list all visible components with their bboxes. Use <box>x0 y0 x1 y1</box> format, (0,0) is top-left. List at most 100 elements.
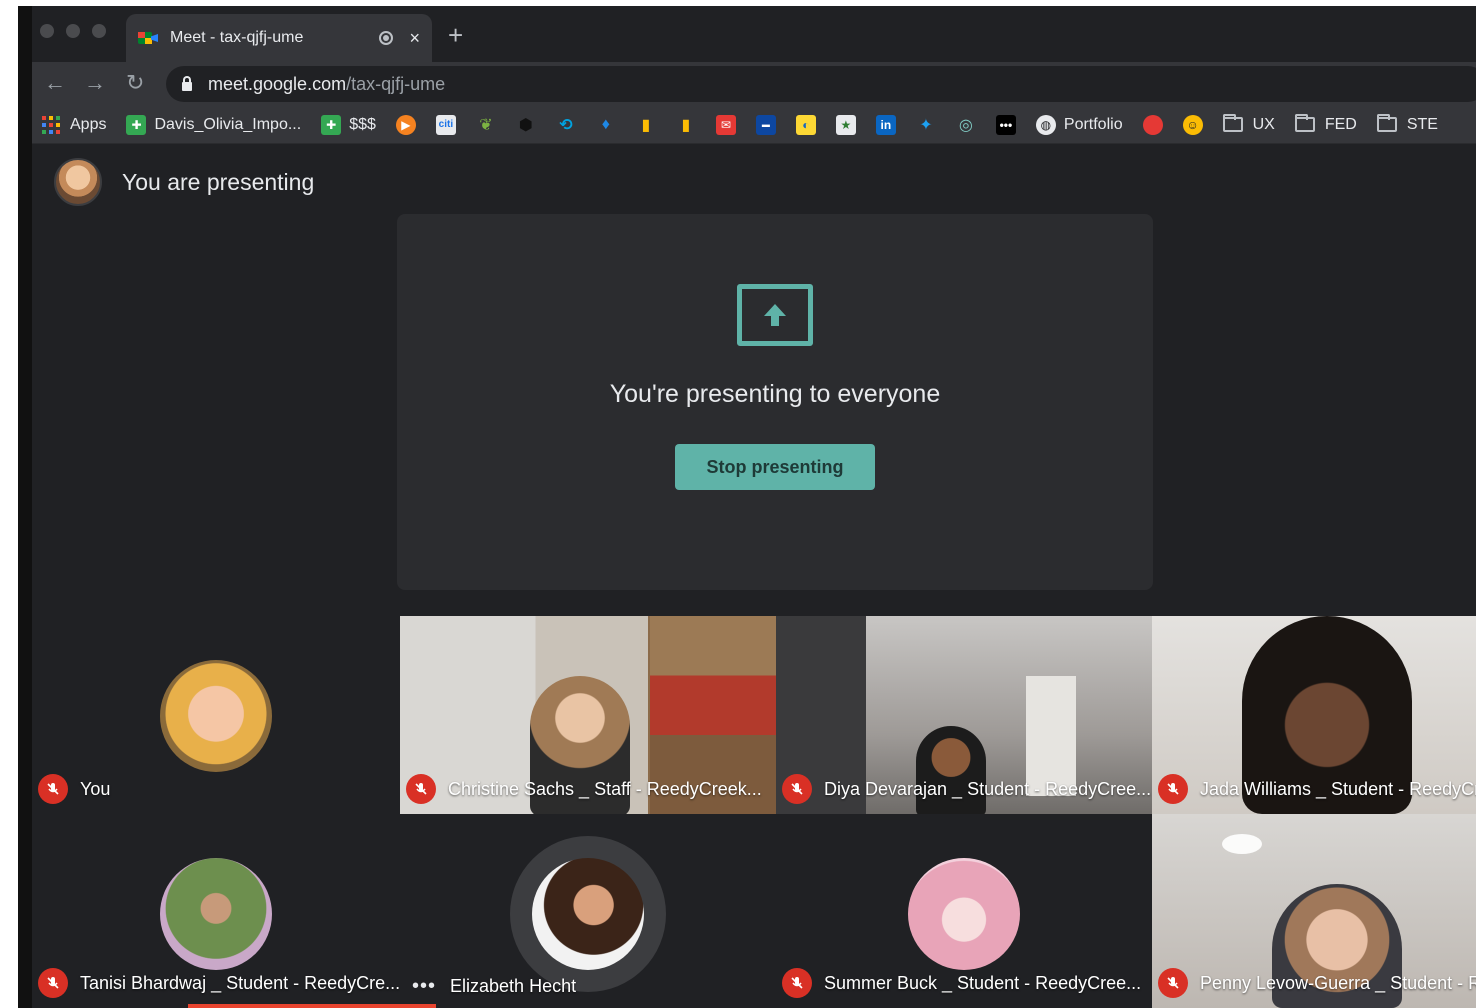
participant-tile[interactable]: You <box>32 616 400 814</box>
present-message: You're presenting to everyone <box>609 380 941 408</box>
url-path: /tax-qjfj-ume <box>346 73 446 94</box>
play-icon[interactable]: ▶ <box>395 114 416 135</box>
loading-bar <box>188 1004 436 1008</box>
bookmark-ux-label: UX <box>1252 115 1275 133</box>
globe-icon: ◍ <box>1035 114 1056 135</box>
mail-icon[interactable]: ✉ <box>715 114 736 135</box>
bookmark-money[interactable]: ✚ $$$ <box>321 114 376 135</box>
tab-title: Meet - tax-qjfj-ume <box>170 29 304 46</box>
close-window-button[interactable] <box>40 24 54 38</box>
participant-tile[interactable]: Diya Devarajan _ Student - ReedyCree... <box>776 616 1152 814</box>
bookmark-money-label: $$$ <box>349 115 376 133</box>
apps-grid-icon <box>42 115 60 134</box>
bookmark-apps-label: Apps <box>70 115 107 133</box>
more-options-icon[interactable]: ••• <box>412 975 436 998</box>
sync-icon[interactable]: ⟲ <box>556 115 576 135</box>
mic-off-icon <box>782 774 812 804</box>
mic-off-icon <box>1158 774 1188 804</box>
more-dots-icon[interactable]: ••• <box>995 114 1016 135</box>
participant-label: You <box>38 774 110 804</box>
meet-icon <box>138 30 158 46</box>
mic-off-icon <box>406 774 436 804</box>
mic-off-icon <box>1158 968 1188 998</box>
back-button[interactable]: ← <box>44 70 66 96</box>
arrow-up-icon <box>764 304 786 326</box>
participant-name: Summer Buck _ Student - ReedyCree... <box>824 972 1142 993</box>
bookmark-portfolio[interactable]: ◍ Portfolio <box>1035 114 1123 135</box>
url-host: meet.google.com <box>208 73 347 94</box>
mic-off-icon <box>38 774 68 804</box>
star-icon[interactable]: ★ <box>835 114 856 135</box>
participant-label: Tanisi Bhardwaj _ Student - ReedyCre... <box>38 968 400 998</box>
smile-icon[interactable]: ☺ <box>1182 114 1203 135</box>
participant-tile[interactable]: Jada Williams _ Student - ReedyCr <box>1152 616 1476 814</box>
presenter-bar: You are presenting <box>54 158 314 206</box>
participant-name: Penny Levow-Guerra _ Student - Re <box>1200 972 1476 993</box>
new-tab-button[interactable]: + <box>448 20 463 51</box>
flame-icon[interactable]: ♦ <box>596 115 616 135</box>
participant-tile[interactable]: Summer Buck _ Student - ReedyCree... <box>776 814 1152 1008</box>
half-circle-icon[interactable]: ◐ <box>795 114 816 135</box>
recording-indicator-icon <box>379 31 394 45</box>
maximize-window-button[interactable] <box>92 24 106 38</box>
linkedin-icon[interactable]: in <box>875 114 896 135</box>
close-tab-icon[interactable]: × <box>409 28 420 49</box>
citi-icon[interactable]: citi <box>435 114 456 135</box>
sheets-icon: ✚ <box>126 114 147 135</box>
minimize-window-button[interactable] <box>66 24 80 38</box>
reload-button[interactable]: ↻ <box>126 70 144 96</box>
stop-presenting-button[interactable]: Stop presenting <box>675 444 875 490</box>
participant-name: Tanisi Bhardwaj _ Student - ReedyCre... <box>80 972 400 993</box>
bookmark-davis[interactable]: ✚ Davis_Olivia_Impo... <box>126 114 302 135</box>
bookmark-folder-fed[interactable]: FED <box>1294 114 1357 134</box>
participant-label: Christine Sachs _ Staff - ReedyCreek... <box>406 774 762 804</box>
twitter-icon[interactable]: ✦ <box>916 115 936 135</box>
shield-icon[interactable]: ⬢ <box>516 115 536 135</box>
bookmark-folder-ste[interactable]: STE <box>1376 114 1438 134</box>
participant-name: Christine Sachs _ Staff - ReedyCreek... <box>448 778 762 799</box>
forward-button[interactable]: → <box>84 70 106 96</box>
participant-name: Jada Williams _ Student - ReedyCr <box>1200 778 1476 799</box>
avatar <box>160 660 272 772</box>
folder-icon <box>1294 114 1315 132</box>
participant-name: Elizabeth Hecht <box>450 976 577 996</box>
participant-label: Diya Devarajan _ Student - ReedyCree... <box>782 774 1151 804</box>
leaf-icon[interactable]: ❦ <box>476 115 496 135</box>
participant-grid: You Christine Sachs _ Staff - ReedyCreek… <box>32 616 1476 1008</box>
avatar <box>160 858 272 970</box>
tab-strip: Meet - tax-qjfj-ume × + <box>18 6 1476 62</box>
bookmark-folder-ux[interactable]: UX <box>1222 114 1275 134</box>
bookmarks-bar: Apps ✚ Davis_Olivia_Impo... ✚ $$$ ▶ citi… <box>18 106 1476 144</box>
participant-label: ••• Elizabeth Hecht <box>406 975 576 998</box>
avatar <box>532 858 644 970</box>
participant-label: Penny Levow-Guerra _ Student - Re <box>1158 968 1476 998</box>
avatar <box>908 858 1020 970</box>
participant-label: Summer Buck _ Student - ReedyCree... <box>782 968 1141 998</box>
participant-label: Jada Williams _ Student - ReedyCr <box>1158 774 1476 804</box>
tab-meet[interactable]: Meet - tax-qjfj-ume × <box>126 14 432 62</box>
participant-name: You <box>80 778 111 799</box>
participant-name: Diya Devarajan _ Student - ReedyCree... <box>824 778 1152 799</box>
participant-tile[interactable]: Tanisi Bhardwaj _ Student - ReedyCre... <box>32 814 400 1008</box>
lock-icon <box>182 75 192 91</box>
participant-tile[interactable]: ••• Elizabeth Hecht <box>400 814 776 1008</box>
window-controls <box>40 24 106 38</box>
spiral-icon[interactable]: ◎ <box>956 115 976 135</box>
address-toolbar: ← → ↻ meet.google.com/tax-qjfj-ume <box>18 62 1476 106</box>
red-dot-icon[interactable] <box>1142 114 1163 135</box>
window-edge <box>18 6 32 1008</box>
address-bar[interactable]: meet.google.com/tax-qjfj-ume <box>166 66 1476 102</box>
bars-icon[interactable]: ▮ <box>636 115 656 135</box>
bookmark-davis-label: Davis_Olivia_Impo... <box>154 115 302 133</box>
chase-icon[interactable]: ▬ <box>755 114 776 135</box>
sheets-icon: ✚ <box>321 114 342 135</box>
bookmark-ste-label: STE <box>1406 115 1438 133</box>
mic-off-icon <box>782 968 812 998</box>
presentation-card: You're presenting to everyone Stop prese… <box>397 214 1153 590</box>
bars-icon[interactable]: ▮ <box>676 115 696 135</box>
participant-tile[interactable]: Christine Sachs _ Staff - ReedyCreek... <box>400 616 776 814</box>
folder-icon <box>1376 114 1397 132</box>
bookmark-fed-label: FED <box>1324 115 1357 133</box>
participant-tile[interactable]: Penny Levow-Guerra _ Student - Re <box>1152 814 1476 1008</box>
bookmark-apps[interactable]: Apps <box>42 115 107 134</box>
